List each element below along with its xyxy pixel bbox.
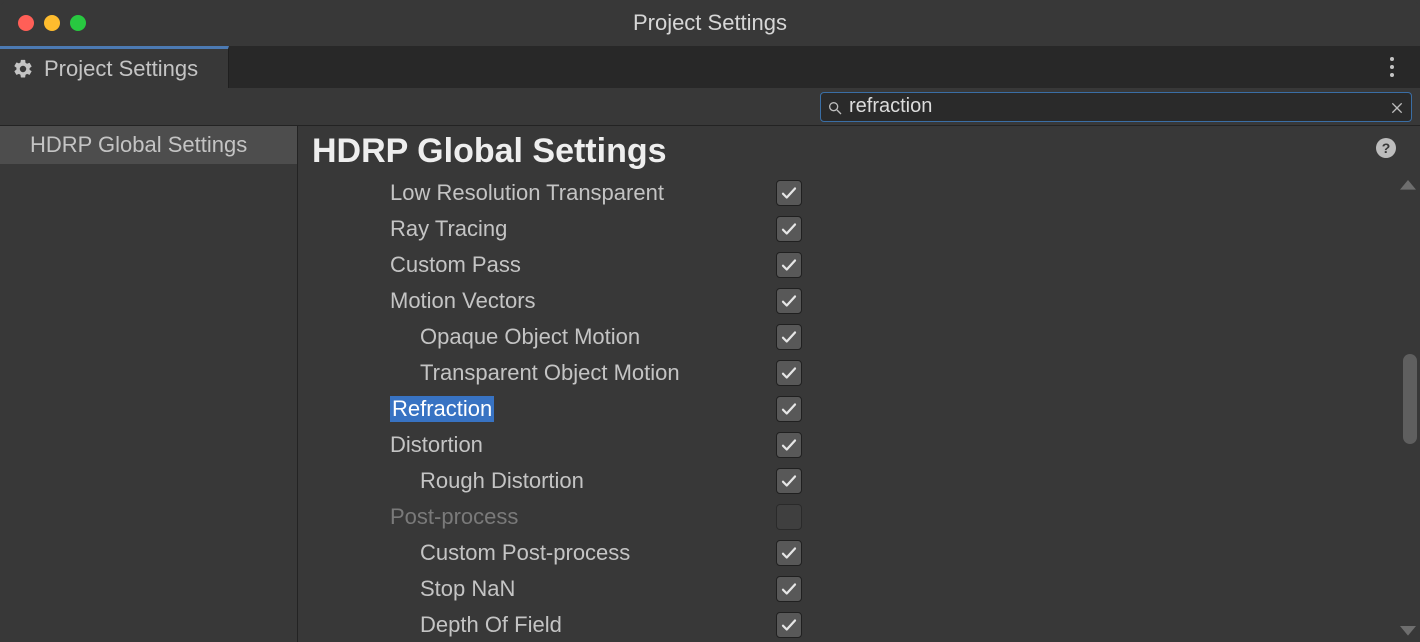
setting-checkbox[interactable]	[776, 468, 802, 494]
setting-check-col	[774, 180, 804, 206]
setting-check-col	[774, 540, 804, 566]
setting-row: Refraction	[312, 391, 1400, 427]
setting-label-col: Custom Pass	[312, 252, 774, 278]
setting-label-col: Ray Tracing	[312, 216, 774, 242]
window-title: Project Settings	[0, 10, 1420, 36]
traffic-lights	[18, 15, 86, 31]
setting-label: Low Resolution Transparent	[390, 180, 664, 206]
setting-row: Stop NaN	[312, 571, 1400, 607]
close-window-button[interactable]	[18, 15, 34, 31]
sidebar-item-label: HDRP Global Settings	[30, 132, 247, 157]
search-row	[0, 88, 1420, 126]
setting-row: Rough Distortion	[312, 463, 1400, 499]
search-box[interactable]	[820, 92, 1412, 122]
setting-checkbox[interactable]	[776, 432, 802, 458]
setting-row: Custom Post-process	[312, 535, 1400, 571]
svg-text:?: ?	[1382, 140, 1391, 156]
setting-check-col	[774, 288, 804, 314]
kebab-dot-icon	[1390, 73, 1394, 77]
tab-project-settings[interactable]: Project Settings	[0, 46, 229, 88]
setting-label-col: Depth Of Field	[312, 612, 774, 638]
setting-row: Post-process	[312, 499, 1400, 535]
setting-label-col: Transparent Object Motion	[312, 360, 774, 386]
setting-label: Transparent Object Motion	[420, 360, 680, 386]
setting-label-col: Stop NaN	[312, 576, 774, 602]
setting-checkbox[interactable]	[776, 180, 802, 206]
window-titlebar: Project Settings	[0, 0, 1420, 46]
setting-check-col	[774, 468, 804, 494]
setting-label-col: Post-process	[312, 504, 774, 530]
search-icon	[827, 99, 843, 115]
setting-check-col	[774, 576, 804, 602]
help-icon[interactable]: ?	[1374, 136, 1398, 160]
settings-content: HDRP Global Settings ? Low Resolution Tr…	[298, 126, 1420, 642]
scroll-up-arrow-icon[interactable]	[1400, 178, 1416, 192]
setting-checkbox	[776, 504, 802, 530]
tab-bar: Project Settings	[0, 46, 1420, 88]
setting-check-col	[774, 504, 804, 530]
setting-label: Post-process	[390, 504, 518, 530]
zoom-window-button[interactable]	[70, 15, 86, 31]
setting-row: Low Resolution Transparent	[312, 175, 1400, 211]
settings-sidebar: HDRP Global Settings	[0, 126, 298, 642]
setting-check-col	[774, 360, 804, 386]
setting-label-col: Custom Post-process	[312, 540, 774, 566]
setting-label: Ray Tracing	[390, 216, 507, 242]
setting-row: Opaque Object Motion	[312, 319, 1400, 355]
setting-row: Motion Vectors	[312, 283, 1400, 319]
page-title: HDRP Global Settings	[312, 132, 1400, 171]
setting-label: Motion Vectors	[390, 288, 536, 314]
kebab-dot-icon	[1390, 65, 1394, 69]
sidebar-item-hdrp-global-settings[interactable]: HDRP Global Settings	[0, 126, 297, 164]
setting-checkbox[interactable]	[776, 216, 802, 242]
setting-checkbox[interactable]	[776, 288, 802, 314]
setting-label: Opaque Object Motion	[420, 324, 640, 350]
setting-label-col: Motion Vectors	[312, 288, 774, 314]
setting-check-col	[774, 396, 804, 422]
clear-search-button[interactable]	[1389, 99, 1405, 115]
setting-checkbox[interactable]	[776, 612, 802, 638]
setting-row: Custom Pass	[312, 247, 1400, 283]
main-area: HDRP Global Settings HDRP Global Setting…	[0, 126, 1420, 642]
setting-label: Rough Distortion	[420, 468, 584, 494]
setting-checkbox[interactable]	[776, 252, 802, 278]
setting-label: Distortion	[390, 432, 483, 458]
setting-checkbox[interactable]	[776, 396, 802, 422]
setting-label: Custom Pass	[390, 252, 521, 278]
setting-label: Custom Post-process	[420, 540, 630, 566]
setting-check-col	[774, 252, 804, 278]
setting-label-col: Refraction	[312, 396, 774, 422]
minimize-window-button[interactable]	[44, 15, 60, 31]
tab-label: Project Settings	[44, 56, 198, 82]
setting-label: Depth Of Field	[420, 612, 562, 638]
scroll-down-arrow-icon[interactable]	[1400, 624, 1416, 638]
setting-row: Ray Tracing	[312, 211, 1400, 247]
setting-label: Stop NaN	[420, 576, 515, 602]
setting-check-col	[774, 432, 804, 458]
setting-row: Distortion	[312, 427, 1400, 463]
setting-checkbox[interactable]	[776, 360, 802, 386]
setting-label-col: Opaque Object Motion	[312, 324, 774, 350]
setting-label-col: Distortion	[312, 432, 774, 458]
setting-check-col	[774, 216, 804, 242]
scrollbar-thumb[interactable]	[1403, 354, 1417, 444]
window-menu-button[interactable]	[1378, 46, 1406, 88]
setting-check-col	[774, 612, 804, 638]
setting-row: Transparent Object Motion	[312, 355, 1400, 391]
setting-label-col: Rough Distortion	[312, 468, 774, 494]
setting-label: Refraction	[390, 396, 494, 422]
setting-row: Depth Of Field	[312, 607, 1400, 642]
setting-label-col: Low Resolution Transparent	[312, 180, 774, 206]
setting-checkbox[interactable]	[776, 540, 802, 566]
search-input[interactable]	[849, 95, 1383, 118]
setting-check-col	[774, 324, 804, 350]
setting-checkbox[interactable]	[776, 324, 802, 350]
kebab-dot-icon	[1390, 57, 1394, 61]
setting-checkbox[interactable]	[776, 576, 802, 602]
settings-rows: Low Resolution Transparent Ray Tracing Cus…	[312, 175, 1400, 642]
gear-icon	[12, 58, 34, 80]
